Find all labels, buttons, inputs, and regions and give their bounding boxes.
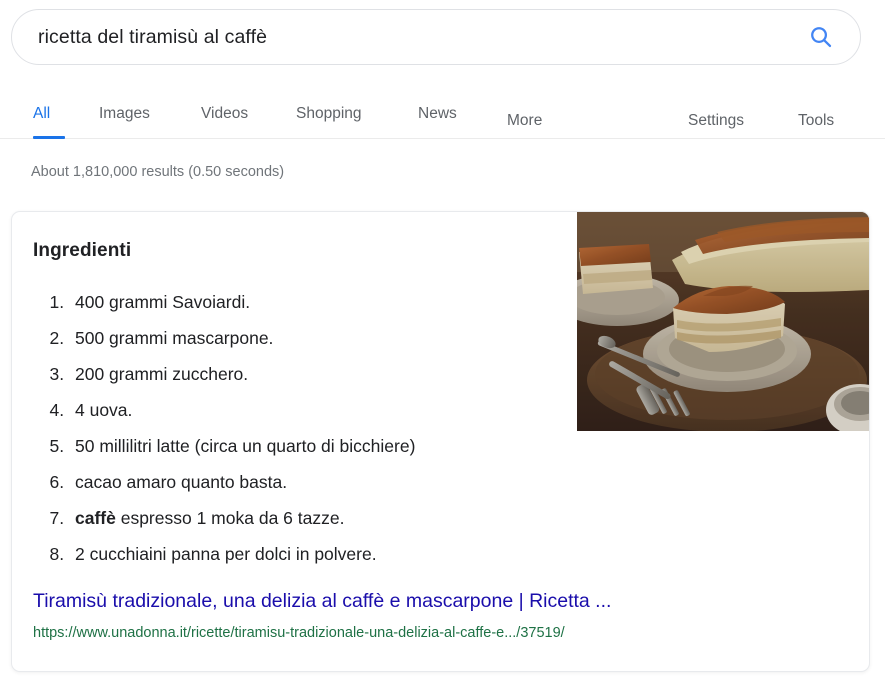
result-title-link[interactable]: Tiramisù tradizionale, una delizia al ca… (33, 590, 611, 613)
ingredient-item: cacao amaro quanto basta. (69, 464, 599, 500)
tiramisu-photo (577, 212, 869, 431)
tab-all[interactable]: All (33, 105, 50, 136)
settings-button[interactable]: Settings (688, 112, 744, 143)
ingredient-item: caffè espresso 1 moka da 6 tazze. (69, 500, 599, 536)
ingredient-item: 50 millilitri latte (circa un quarto di … (69, 428, 599, 464)
tools-button[interactable]: Tools (798, 112, 834, 143)
ingredient-item: 2 cucchiaini panna per dolci in polvere. (69, 536, 599, 572)
ingredient-highlight: caffè (75, 508, 116, 528)
tab-more[interactable]: More (507, 112, 542, 143)
ingredients-list: 400 grammi Savoiardi.500 grammi mascarpo… (33, 284, 599, 572)
result-stats: About 1,810,000 results (0.50 seconds) (31, 164, 285, 180)
tab-news[interactable]: News (418, 105, 457, 136)
search-icon (808, 24, 834, 50)
tab-shopping[interactable]: Shopping (296, 105, 362, 136)
ingredient-item: 4 uova. (69, 392, 599, 428)
search-bar[interactable] (11, 9, 861, 65)
ingredient-item: 400 grammi Savoiardi. (69, 284, 599, 320)
search-nav-tabs: All Images Videos Shopping News More Set… (0, 92, 885, 139)
search-input[interactable] (38, 25, 804, 49)
result-url[interactable]: https://www.unadonna.it/ricette/tiramisu… (33, 625, 565, 641)
ingredients-heading: Ingredienti (33, 240, 132, 261)
ingredient-item: 500 grammi mascarpone. (69, 320, 599, 356)
recipe-result-card: Ingredienti 400 grammi Savoiardi.500 gra… (11, 211, 870, 672)
search-submit-button[interactable] (804, 20, 838, 54)
active-tab-underline (33, 136, 65, 139)
tab-images[interactable]: Images (99, 105, 150, 136)
recipe-thumbnail[interactable] (577, 212, 869, 431)
search-bar-container (11, 9, 861, 65)
tab-videos[interactable]: Videos (201, 105, 248, 136)
ingredient-item: 200 grammi zucchero. (69, 356, 599, 392)
